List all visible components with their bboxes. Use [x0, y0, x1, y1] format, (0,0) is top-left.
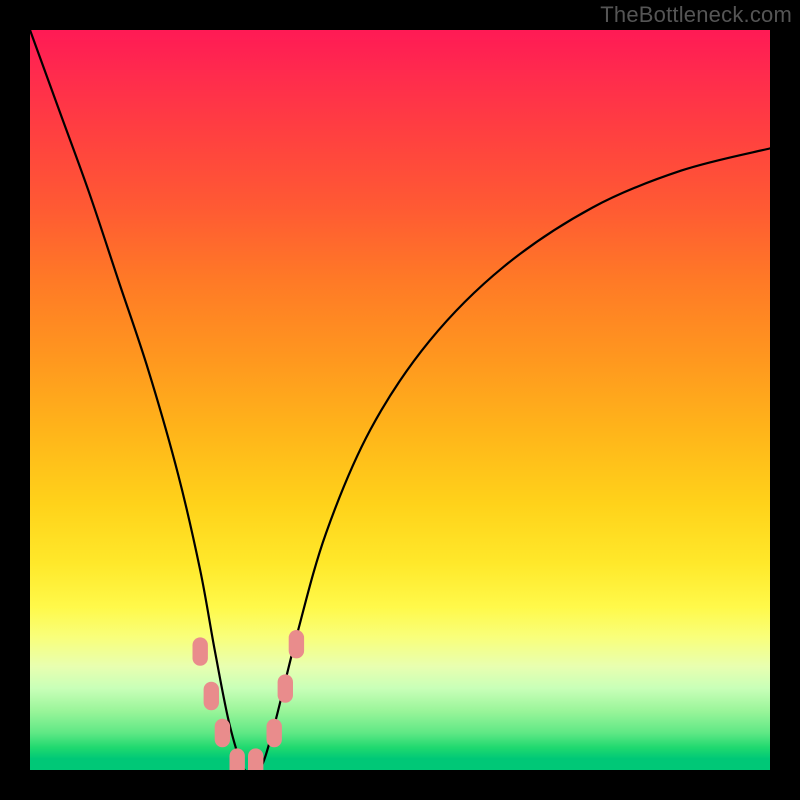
plot-area	[30, 30, 770, 770]
curve-svg	[30, 30, 770, 770]
curve-marker	[289, 630, 304, 658]
curve-marker	[204, 682, 219, 710]
chart-frame: TheBottleneck.com	[0, 0, 800, 800]
bottleneck-curve	[30, 30, 770, 770]
curve-marker	[215, 719, 230, 747]
watermark-text: TheBottleneck.com	[600, 2, 792, 28]
curve-marker	[230, 748, 245, 770]
curve-markers	[193, 630, 305, 770]
curve-marker	[278, 674, 293, 702]
curve-marker	[248, 748, 263, 770]
curve-marker	[193, 637, 208, 665]
curve-marker	[267, 719, 282, 747]
